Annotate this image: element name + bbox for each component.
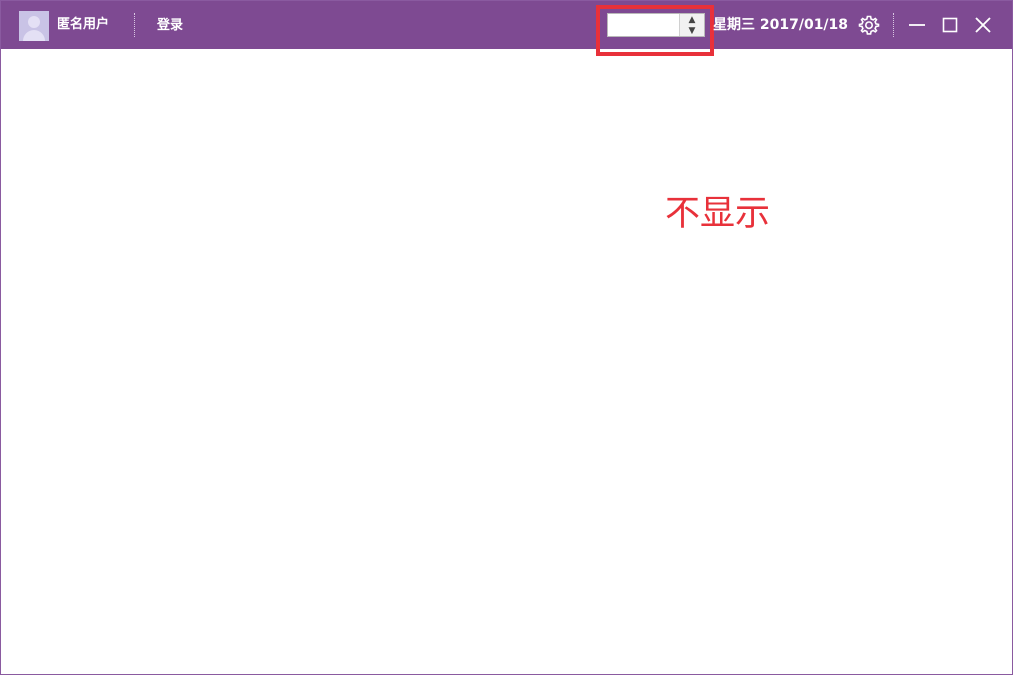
window-controls-divider (893, 13, 894, 37)
title-bar: 匿名用户 登录 ▲ ▼ 星期三 2017/01/18 (1, 1, 1012, 56)
avatar-body-shape (23, 30, 45, 41)
not-displayed-annotation: 不显示 (665, 194, 771, 234)
title-divider (134, 13, 135, 37)
gear-icon[interactable] (858, 14, 880, 36)
username-label: 匿名用户 (57, 17, 110, 32)
app-window: 匿名用户 登录 ▲ ▼ 星期三 2017/01/18 不显示 (0, 0, 1013, 675)
avatar-head-shape (28, 16, 40, 28)
user-avatar-icon[interactable] (19, 11, 49, 41)
minimize-icon[interactable] (906, 14, 928, 36)
highlight-annotation-box (596, 5, 714, 56)
close-icon[interactable] (972, 14, 994, 36)
maximize-icon[interactable] (939, 14, 961, 36)
date-display: 星期三 2017/01/18 (713, 17, 849, 33)
login-link[interactable]: 登录 (157, 17, 183, 35)
